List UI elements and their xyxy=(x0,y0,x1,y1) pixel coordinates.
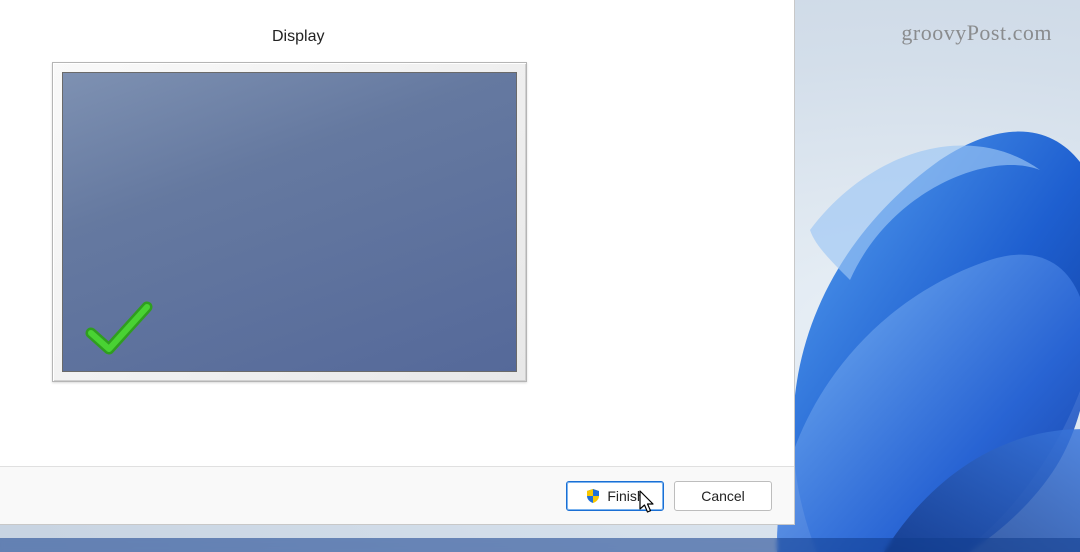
display-preview-frame xyxy=(52,62,527,382)
cancel-button[interactable]: Cancel xyxy=(674,481,772,511)
cancel-button-label: Cancel xyxy=(701,488,745,504)
section-title-display: Display xyxy=(272,28,324,46)
calibration-dialog: Display xyxy=(0,0,795,525)
desktop: groovyPost.com Display xyxy=(0,0,1080,552)
finish-button[interactable]: Finish xyxy=(566,481,664,511)
finish-button-label: Finish xyxy=(607,488,644,504)
uac-shield-icon xyxy=(585,488,601,504)
checkmark-icon xyxy=(85,299,155,359)
taskbar[interactable] xyxy=(0,538,1080,552)
display-preview-screen xyxy=(62,72,517,372)
dialog-button-bar: Finish Cancel xyxy=(0,466,794,524)
dialog-body: Display xyxy=(0,0,794,466)
watermark-text: groovyPost.com xyxy=(901,20,1052,46)
